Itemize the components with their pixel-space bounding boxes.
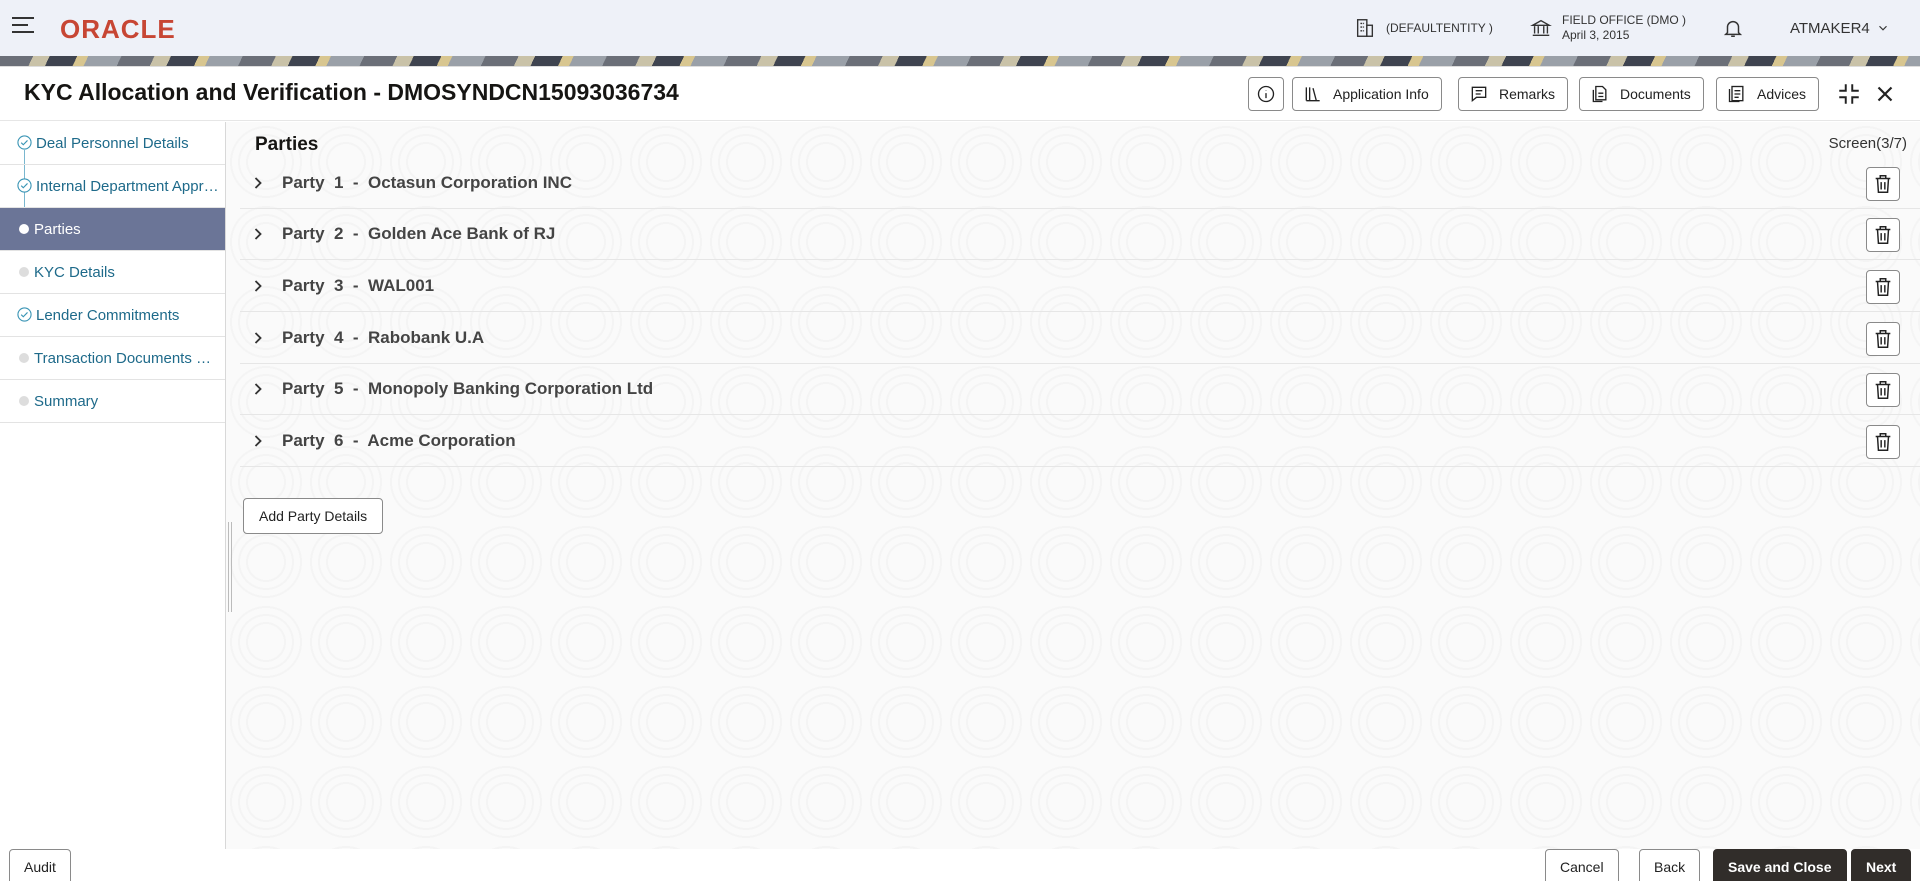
party-row[interactable]: Party 6 - Acme Corporation [240,416,1920,467]
chevron-right-icon[interactable] [248,173,268,193]
party-row[interactable]: Party 3 - WAL001 [240,261,1920,312]
comment-icon [1471,86,1487,103]
next-button[interactable]: Next [1851,849,1912,881]
delete-party-button[interactable] [1866,167,1900,201]
decorative-banner [0,56,1920,66]
nav-label: KYC Details [34,263,115,281]
screen-indicator: Screen(3/7) [1828,135,1907,152]
nav-item-parties[interactable]: Parties [0,208,225,251]
info-button[interactable] [1248,77,1284,111]
books-icon [1305,87,1320,102]
trash-icon [1875,433,1891,451]
nav-label: Parties [34,220,81,238]
nav-label: Deal Personnel Details [36,134,189,152]
chevron-right-icon[interactable] [248,379,268,399]
trash-icon [1875,381,1891,399]
step-navigation: Deal Personnel Details Internal Departme… [0,122,226,849]
trash-icon [1875,226,1891,244]
cancel-button[interactable]: Cancel [1545,849,1619,881]
info-icon [1257,85,1275,103]
top-bar: ORACLE (DEFAULTENTITY ) FIELD OFFICE (DM… [0,0,1920,56]
current-step-dot [19,224,29,234]
party-title: Party 4 - Rabobank U.A [282,328,485,347]
party-row[interactable]: Party 2 - Golden Ace Bank of RJ [240,209,1920,260]
oracle-logo: ORACLE [60,14,176,44]
office-selector[interactable]: FIELD OFFICE (DMO ) April 3, 2015 [1530,0,1686,56]
kyc-window: KYC Allocation and Verification - DMOSYN… [0,66,1920,881]
party-title: Party 6 - Acme Corporation [282,431,516,450]
party-row[interactable]: Party 1 - Octasun Corporation INC [240,158,1920,209]
nav-item-deal-personnel-details[interactable]: Deal Personnel Details [0,122,225,165]
entity-selector[interactable]: (DEFAULTENTITY ) [1354,0,1493,56]
advice-document-icon [1728,85,1744,103]
advices-button[interactable]: Advices [1716,77,1820,111]
audit-button[interactable]: Audit [9,849,71,881]
nav-item-kyc-details[interactable]: KYC Details [0,251,225,294]
chevron-right-icon[interactable] [248,431,268,451]
window-header: KYC Allocation and Verification - DMOSYN… [0,67,1920,121]
chevron-right-icon[interactable] [248,328,268,348]
nav-item-summary[interactable]: Summary [0,380,225,423]
party-title: Party 2 - Golden Ace Bank of RJ [282,224,556,243]
collapse-icon[interactable] [1836,81,1862,107]
delete-party-button[interactable] [1866,270,1900,304]
pending-step-dot [19,353,29,363]
panel-resize-handle[interactable] [228,522,232,612]
bell-icon [1723,20,1743,37]
party-row[interactable]: Party 5 - Monopoly Banking Corporation L… [240,364,1920,415]
check-circle-icon [17,178,32,193]
nav-item-internal-department-approval[interactable]: Internal Department Approval [0,165,225,208]
party-title: Party 1 - Octasun Corporation INC [282,173,572,192]
delete-party-button[interactable] [1866,218,1900,252]
delete-party-button[interactable] [1866,322,1900,356]
chevron-right-icon[interactable] [248,276,268,296]
documents-icon [1592,85,1607,103]
application-info-label: Application Info [1333,86,1429,102]
window-title: KYC Allocation and Verification - DMOSYN… [24,79,679,105]
user-menu[interactable]: ATMAKER4 [1790,0,1890,56]
trash-icon [1875,330,1891,348]
trash-icon [1875,175,1891,193]
documents-button[interactable]: Documents [1579,77,1704,111]
nav-label: Internal Department Approval [36,177,220,195]
user-name: ATMAKER4 [1790,19,1870,37]
chevron-down-icon [1878,25,1887,31]
pending-step-dot [19,267,29,277]
entity-label: (DEFAULTENTITY ) [1386,21,1493,35]
office-date: April 3, 2015 [1562,28,1630,42]
trash-icon [1875,278,1891,296]
footer-bar: Audit Cancel Back Save and Close Next [0,849,1920,881]
office-label: FIELD OFFICE (DMO ) [1562,13,1686,27]
application-info-button[interactable]: Application Info [1292,77,1442,111]
check-circle-icon [17,307,32,322]
save-and-close-button[interactable]: Save and Close [1713,849,1847,881]
remarks-button[interactable]: Remarks [1458,77,1569,111]
nav-item-transaction-documents-required[interactable]: Transaction Documents Required [0,337,225,380]
nav-label: Transaction Documents Required [34,349,220,367]
hamburger-menu-icon[interactable] [12,17,34,35]
section-title: Parties [255,134,319,155]
remarks-label: Remarks [1499,86,1556,102]
delete-party-button[interactable] [1866,373,1900,407]
check-circle-icon [17,135,32,150]
chevron-right-icon[interactable] [248,224,268,244]
advices-label: Advices [1757,86,1807,102]
close-icon[interactable] [1872,81,1898,107]
pending-step-dot [19,396,29,406]
documents-label: Documents [1620,86,1691,102]
bank-icon [1530,19,1552,37]
nav-item-lender-commitments[interactable]: Lender Commitments [0,294,225,337]
party-title: Party 3 - WAL001 [282,276,435,295]
nav-label: Summary [34,392,99,410]
nav-label: Lender Commitments [36,306,180,324]
notifications[interactable] [1722,0,1744,56]
party-row[interactable]: Party 4 - Rabobank U.A [240,313,1920,364]
nav-connector [24,150,25,164]
add-party-details-button[interactable]: Add Party Details [243,498,384,534]
delete-party-button[interactable] [1866,425,1900,459]
building-icon [1356,19,1374,37]
parties-content: Parties Screen(3/7) Party 1 - Octasun Co… [226,122,1920,849]
party-title: Party 5 - Monopoly Banking Corporation L… [282,379,654,398]
back-button[interactable]: Back [1639,849,1701,881]
